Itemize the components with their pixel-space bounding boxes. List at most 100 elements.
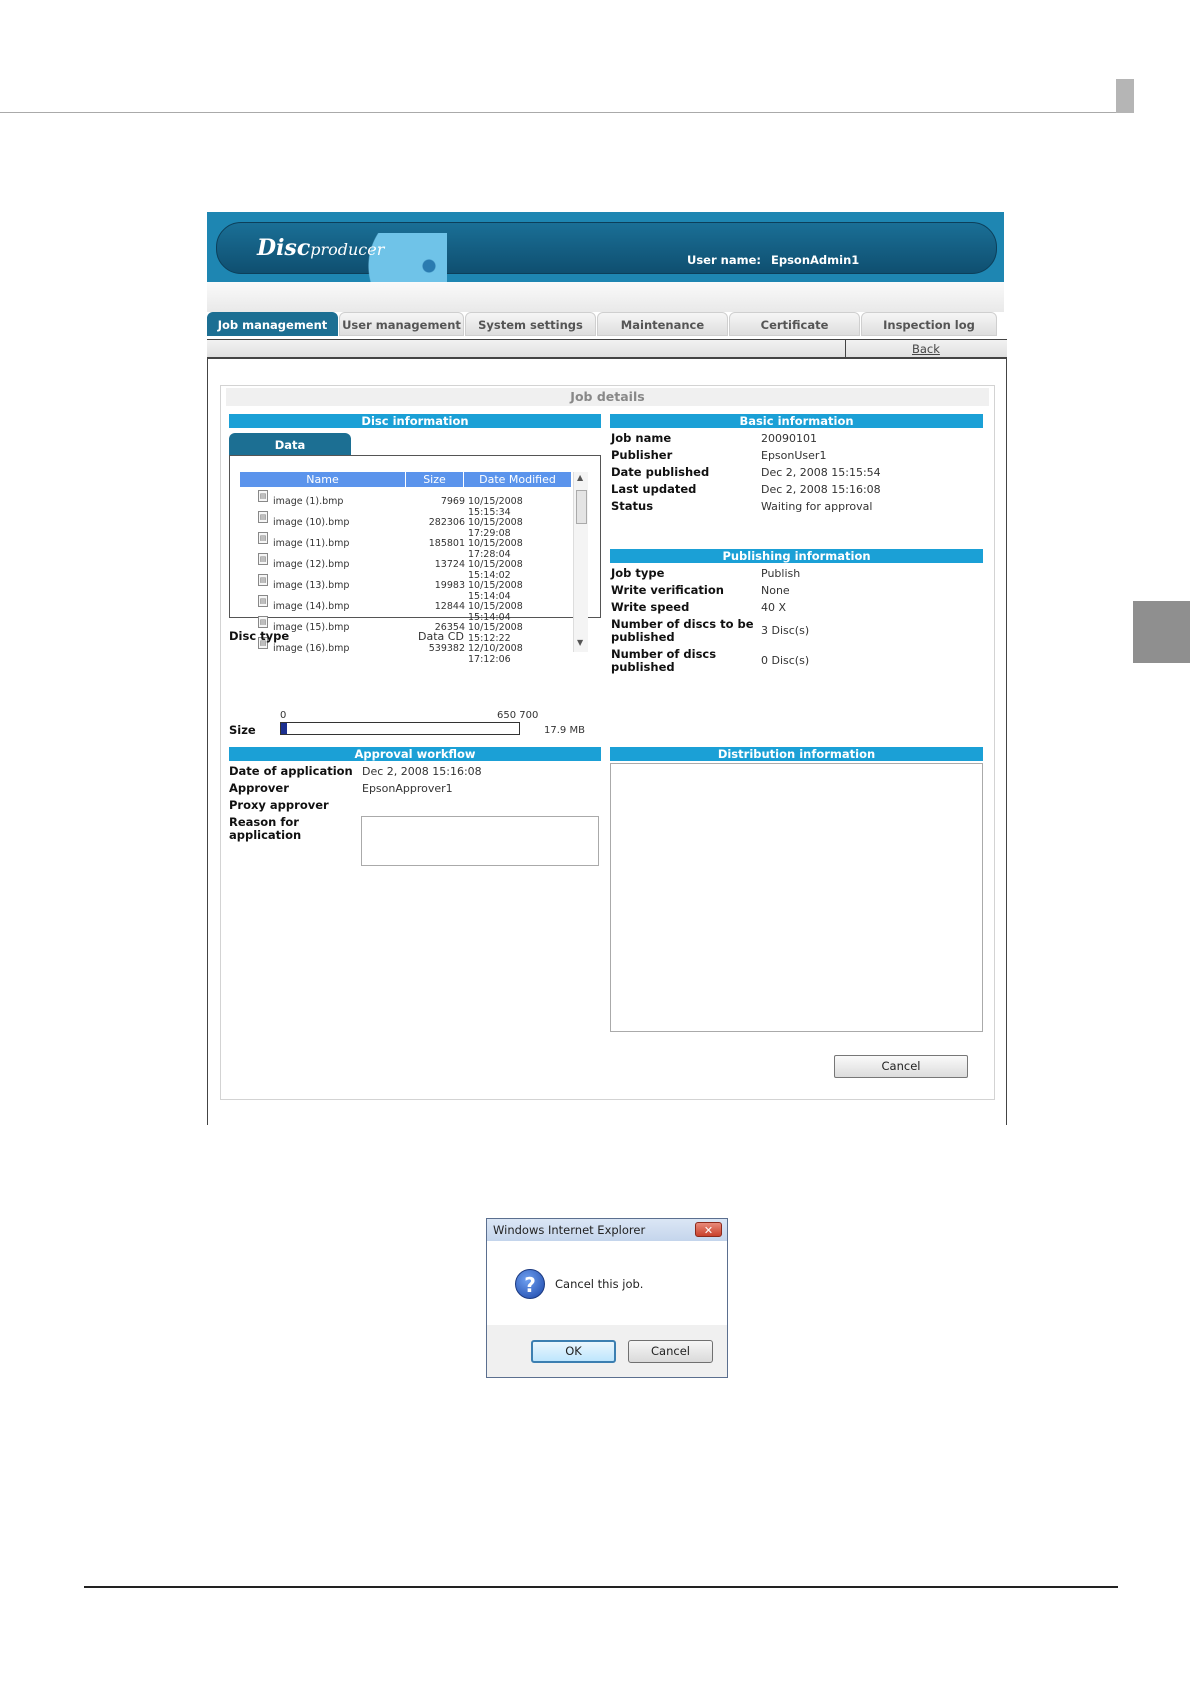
column-name[interactable]: Name (240, 472, 405, 487)
user-name-value: EpsonAdmin1 (771, 253, 860, 267)
write-speed-label: Write speed (611, 600, 690, 614)
size-scale-min: 0 (280, 710, 287, 721)
file-list-scrollbar[interactable]: ▲ ▼ (573, 472, 588, 652)
disc-size-value: 17.9 MB (544, 725, 585, 736)
status-value: Waiting for approval (761, 500, 873, 513)
close-icon[interactable]: ✕ (695, 1222, 722, 1237)
approver-value: EpsonApprover1 (362, 782, 453, 795)
file-name: image (11).bmp (273, 538, 350, 549)
file-icon: ▤ (258, 532, 268, 544)
page-title: Job details (226, 388, 989, 406)
file-size: 13724 (434, 559, 465, 570)
ok-button[interactable]: OK (531, 1340, 616, 1363)
dialog-title: Windows Internet Explorer (493, 1223, 646, 1237)
chapter-tab-marker (1133, 601, 1190, 663)
job-type-value: Publish (761, 567, 801, 580)
page-corner-marker (1116, 79, 1134, 113)
scroll-down-icon[interactable]: ▼ (577, 638, 583, 647)
tab-job-management[interactable]: Job management (207, 312, 338, 336)
file-name: image (16).bmp (273, 643, 350, 654)
file-size: 282306 (428, 517, 465, 528)
last-updated-value: Dec 2, 2008 15:16:08 (761, 483, 881, 496)
reason-for-application-field[interactable] (361, 816, 599, 866)
publishing-information-header: Publishing information (610, 549, 983, 563)
basic-information-header: Basic information (610, 414, 983, 428)
file-name: image (1).bmp (273, 496, 344, 507)
discs-to-publish-label: Number of discs to be published (611, 617, 754, 644)
file-size: 19983 (434, 580, 465, 591)
column-date-modified[interactable]: Date Modified (464, 472, 571, 487)
tab-inspection-log[interactable]: Inspection log (861, 312, 997, 336)
publisher-value: EpsonUser1 (761, 449, 827, 462)
file-name: image (14).bmp (273, 601, 350, 612)
app-header: Discproducer User name: EpsonAdmin1 (207, 212, 1004, 283)
cancel-button[interactable]: Cancel (834, 1055, 968, 1078)
publisher-label: Publisher (611, 448, 673, 462)
disc-information-header: Disc information (229, 414, 601, 428)
file-icon: ▤ (258, 490, 268, 502)
disc-producer-logo: Discproducer (257, 235, 385, 261)
tab-system-settings[interactable]: System settings (465, 312, 596, 336)
discs-to-publish-value: 3 Disc(s) (761, 624, 810, 637)
column-size[interactable]: Size (406, 472, 463, 487)
confirm-dialog: Windows Internet Explorer ✕ ? Cancel thi… (486, 1218, 728, 1378)
distribution-information-header: Distribution information (610, 747, 983, 761)
file-icon: ▤ (258, 616, 268, 628)
write-verification-label: Write verification (611, 583, 724, 597)
header-band (207, 282, 1004, 312)
main-tabs: Job management User management System se… (207, 312, 1007, 338)
file-size: 185801 (428, 538, 465, 549)
job-name-value: 20090101 (761, 432, 817, 445)
disc-size-fill (281, 723, 287, 734)
approval-workflow-header: Approval workflow (229, 747, 601, 761)
status-label: Status (611, 499, 654, 513)
approver-label: Approver (229, 781, 289, 795)
file-name: image (12).bmp (273, 559, 350, 570)
file-icon: ▤ (258, 553, 268, 565)
file-size: 539382 (428, 643, 465, 654)
file-icon: ▤ (258, 511, 268, 523)
scroll-thumb[interactable] (576, 490, 587, 524)
scroll-up-icon[interactable]: ▲ (577, 473, 583, 482)
size-label: Size (229, 723, 256, 737)
job-name-label: Job name (611, 431, 672, 445)
size-scale-ticks: 650 700 (497, 710, 539, 721)
tab-maintenance[interactable]: Maintenance (597, 312, 728, 336)
tab-certificate[interactable]: Certificate (729, 312, 860, 336)
header-banner: Discproducer User name: EpsonAdmin1 (216, 222, 997, 283)
file-row[interactable]: ▤ image (11).bmp 185801 10/15/2008 17:28:04 (240, 532, 550, 560)
discs-published-label: Number of discs published (611, 647, 717, 674)
file-list: Name Size Date Modified ▤ image (1).bmp 79… (229, 455, 601, 665)
tab-user-management[interactable]: User management (339, 312, 464, 336)
file-size: 7969 (440, 496, 465, 507)
disc-type-label: Disc type (229, 629, 290, 643)
user-name-display: User name: EpsonAdmin1 (687, 253, 860, 267)
date-published-label: Date published (611, 465, 710, 479)
date-published-value: Dec 2, 2008 15:15:54 (761, 466, 881, 479)
write-speed-value: 40 X (761, 601, 787, 614)
discs-published-value: 0 Disc(s) (761, 654, 810, 667)
file-row[interactable]: ▤ image (1).bmp 7969 10/15/2008 15:15:34 (240, 490, 550, 518)
question-icon: ? (515, 1269, 545, 1299)
tab-data[interactable]: Data (229, 433, 351, 456)
dialog-message: Cancel this job. (555, 1277, 644, 1291)
file-row[interactable]: ▤ image (12).bmp 13724 10/15/2008 15:14:02 (240, 553, 550, 581)
disc-size-bar (280, 722, 520, 735)
file-icon: ▤ (258, 574, 268, 586)
file-icon: ▤ (258, 595, 268, 607)
reason-for-application-label: Reason for application (229, 815, 302, 842)
date-of-application-value: Dec 2, 2008 15:16:08 (362, 765, 482, 778)
write-verification-value: None (761, 584, 790, 597)
file-row[interactable]: ▤ image (14).bmp 12844 10/15/2008 15:14:04 (240, 595, 550, 623)
file-row[interactable]: ▤ image (10).bmp 282306 10/15/2008 17:29:08 (240, 511, 550, 539)
file-row[interactable]: ▤ image (13).bmp 19983 10/15/2008 15:14:04 (240, 574, 550, 602)
date-of-application-label: Date of application (229, 764, 353, 778)
last-updated-label: Last updated (611, 482, 697, 496)
dialog-cancel-button[interactable]: Cancel (628, 1340, 713, 1363)
file-name: image (10).bmp (273, 517, 350, 528)
back-link[interactable]: Back (912, 342, 940, 356)
file-date: 12/10/2008 17:12:06 (468, 643, 523, 665)
bottom-rule (84, 1586, 1118, 1588)
distribution-information-box (610, 763, 983, 1032)
top-rule (0, 112, 1133, 113)
